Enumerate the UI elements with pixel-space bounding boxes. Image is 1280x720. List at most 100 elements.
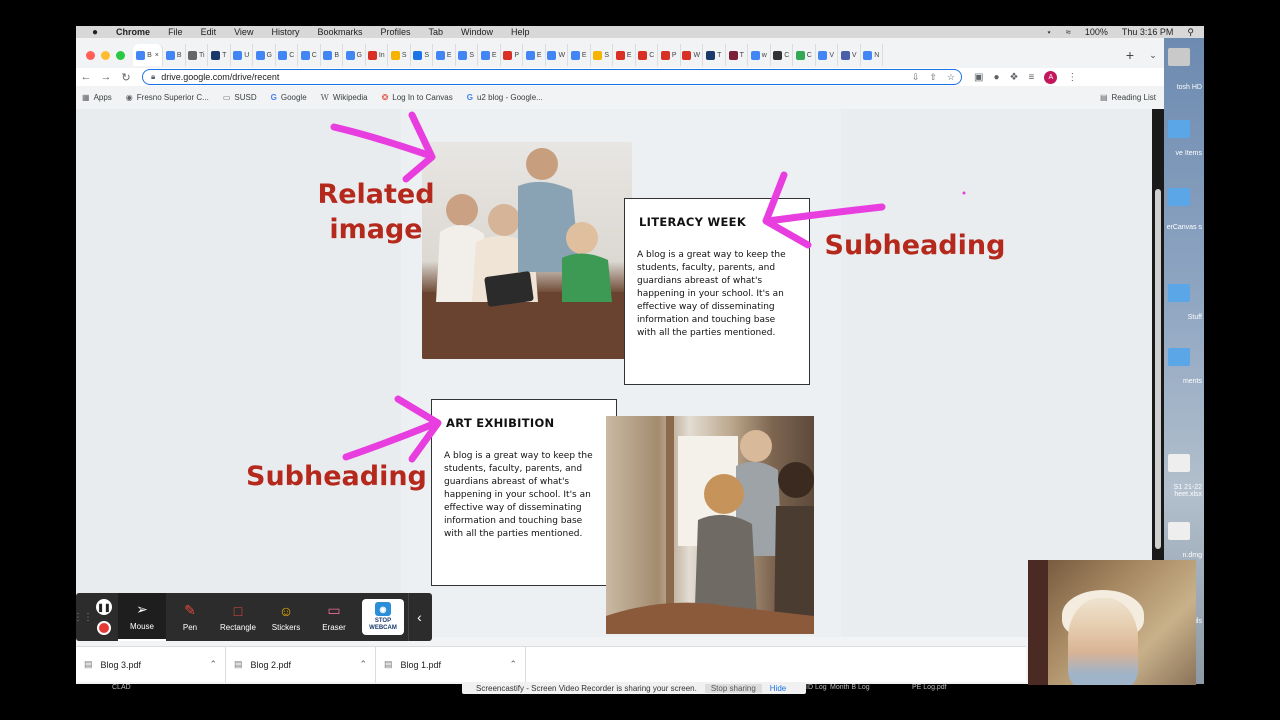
desktop-file-label[interactable]: S1 21-22 heet.xlsx (1164, 484, 1204, 498)
desktop-file-label[interactable]: erCanvas s (1164, 224, 1204, 231)
browser-tab[interactable]: C (298, 44, 321, 66)
browser-tab[interactable]: S (591, 44, 613, 66)
new-tab-button[interactable]: + (1118, 47, 1142, 63)
extension-icon[interactable]: ▣ (974, 72, 983, 83)
chevron-up-icon[interactable]: ⌃ (509, 659, 525, 670)
browser-tab[interactable]: S (388, 44, 411, 66)
folder-icon[interactable] (1168, 348, 1190, 366)
menu-help[interactable]: Help (511, 27, 530, 37)
back-button[interactable]: ← (76, 71, 96, 83)
address-bar[interactable]: 🔒︎ drive.google.com/drive/recent ⇩ ⇧ ☆ (142, 69, 962, 85)
browser-tab[interactable]: G (343, 44, 366, 66)
download-item[interactable]: ▤ Blog 3.pdf ⌃ (76, 646, 226, 683)
desktop-file-label[interactable]: ID Log (806, 684, 827, 691)
menu-history[interactable]: History (271, 27, 299, 37)
menubar-clock[interactable]: Thu 3:16 PM (1122, 27, 1174, 38)
desktop-file-label[interactable]: n.dmg (1164, 552, 1204, 559)
desktop-file-label[interactable]: Stuff (1164, 314, 1204, 321)
browser-tab[interactable]: P (501, 44, 523, 66)
browser-tab[interactable]: w (748, 44, 771, 66)
tool-stickers[interactable]: ☺ Stickers (262, 593, 310, 641)
tool-eraser[interactable]: ▭ Eraser (310, 593, 358, 641)
browser-tab[interactable]: N (861, 44, 883, 66)
browser-tab[interactable]: C (276, 44, 298, 66)
menu-profiles[interactable]: Profiles (380, 27, 410, 37)
browser-tab[interactable]: B × (133, 44, 163, 66)
disk-image-icon[interactable] (1168, 522, 1190, 540)
hard-drive-icon[interactable] (1168, 48, 1190, 66)
stop-recording-button[interactable] (97, 621, 111, 635)
zoom-window-button[interactable] (116, 50, 125, 60)
desktop-file-label[interactable]: ments (1164, 378, 1204, 385)
pdf-preview[interactable]: LITERACY WEEK A blog is a great way to k… (76, 109, 1164, 637)
browser-tab[interactable]: S (411, 44, 433, 66)
browser-tab[interactable]: B (321, 44, 343, 66)
menu-tab[interactable]: Tab (429, 27, 444, 37)
browser-tab[interactable]: T (726, 44, 748, 66)
folder-icon[interactable] (1168, 284, 1190, 302)
share-icon[interactable]: ⇧ (929, 72, 937, 83)
browser-tab[interactable]: C (636, 44, 658, 66)
menu-file[interactable]: File (168, 27, 183, 37)
desktop-file-label[interactable]: tosh HD (1164, 84, 1204, 91)
address-url[interactable]: drive.google.com/drive/recent (161, 72, 279, 82)
browser-tab[interactable]: W (681, 44, 703, 66)
stop-webcam-button[interactable]: ◉ STOP WEBCAM (362, 599, 404, 635)
menu-bookmarks[interactable]: Bookmarks (317, 27, 362, 37)
lock-icon[interactable]: 🔒︎ (151, 72, 155, 82)
browser-tab[interactable]: C (771, 44, 793, 66)
menu-edit[interactable]: Edit (201, 27, 217, 37)
bookmark-u2-blog[interactable]: G u2 blog - Google... (467, 93, 543, 102)
browser-tab[interactable]: V (838, 44, 861, 66)
desktop-file-label[interactable]: CLAD (112, 684, 131, 691)
bookmark-susd[interactable]: ▭ SUSD (223, 93, 257, 102)
browser-tab[interactable]: E (523, 44, 546, 66)
bookmark-wikipedia[interactable]: W Wikipedia (321, 93, 368, 102)
bluetooth-icon[interactable]: ⋆ (1046, 27, 1052, 38)
pause-recording-button[interactable]: ❚❚ (96, 599, 112, 615)
browser-tab[interactable]: C (793, 44, 816, 66)
bookmark-canvas[interactable]: ❂ Log In to Canvas (382, 93, 453, 102)
menu-chrome[interactable]: Chrome (116, 27, 150, 37)
bookmark-apps[interactable]: ▦ Apps (82, 93, 112, 102)
folder-icon[interactable] (1168, 120, 1190, 138)
tool-rectangle[interactable]: □ Rectangle (214, 593, 262, 641)
collapse-toolbar-chevron-icon[interactable]: ‹ (408, 593, 430, 641)
browser-tab[interactable]: Ti (186, 44, 208, 66)
browser-tab[interactable]: T (208, 44, 231, 66)
browser-tab[interactable]: P (658, 44, 681, 66)
desktop-file-label[interactable]: Month B Log (830, 684, 870, 691)
scrollbar-thumb[interactable] (1155, 189, 1161, 549)
extensions-puzzle-icon[interactable]: ❖ (1010, 72, 1019, 83)
browser-tab[interactable]: G (253, 44, 276, 66)
browser-tab[interactable]: U (231, 44, 253, 66)
minimize-window-button[interactable] (101, 50, 110, 60)
close-tab-icon[interactable]: × (155, 52, 159, 59)
download-item[interactable]: ▤ Blog 2.pdf ⌃ (226, 646, 376, 683)
profile-avatar[interactable]: A (1044, 70, 1058, 84)
desktop-file-label[interactable]: ve Items (1164, 150, 1204, 157)
chevron-up-icon[interactable]: ⌃ (359, 659, 375, 670)
browser-tab[interactable]: E (478, 44, 501, 66)
chrome-menu-icon[interactable]: ⋮ (1067, 72, 1077, 83)
battery-percent[interactable]: 100% (1085, 27, 1108, 38)
browser-tab[interactable]: W (546, 44, 568, 66)
browser-tab[interactable]: In (366, 44, 388, 66)
drag-handle-icon[interactable]: ⋮⋮ (73, 593, 93, 641)
tool-pen[interactable]: ✎ Pen (166, 593, 214, 641)
wifi-icon[interactable]: ≈ (1066, 27, 1071, 38)
folder-icon[interactable] (1168, 188, 1190, 206)
browser-tab[interactable]: E (433, 44, 456, 66)
browser-tab[interactable]: E (568, 44, 591, 66)
chevron-up-icon[interactable]: ⌃ (209, 659, 225, 670)
install-app-icon[interactable]: ⇩ (912, 72, 920, 83)
spreadsheet-file-icon[interactable] (1168, 454, 1190, 472)
browser-tab[interactable]: E (613, 44, 636, 66)
page-scrollbar[interactable] (1152, 109, 1164, 637)
media-control-icon[interactable]: ≡ (1028, 72, 1034, 83)
tool-mouse[interactable]: ➢ Mouse (118, 593, 166, 641)
screencastify-extension-icon[interactable]: ● (993, 72, 999, 83)
browser-tab[interactable]: T (703, 44, 726, 66)
webcam-overlay[interactable] (1028, 560, 1196, 685)
download-item[interactable]: ▤ Blog 1.pdf ⌃ (376, 646, 526, 683)
